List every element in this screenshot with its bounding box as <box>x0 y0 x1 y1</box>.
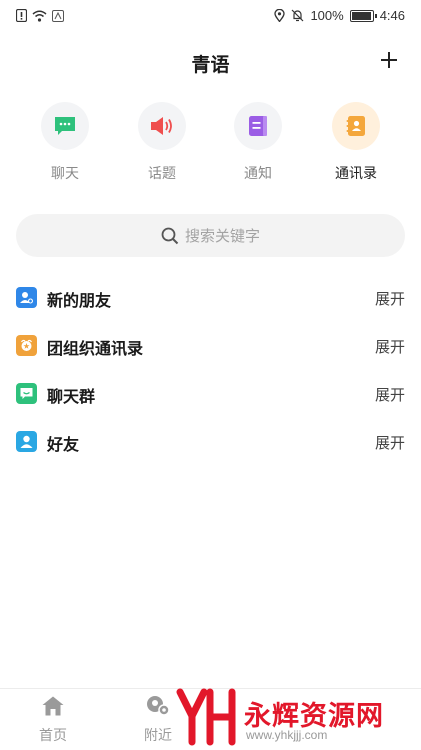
list-item-label: 新的朋友 <box>47 291 112 310</box>
notice-icon <box>249 116 267 136</box>
expand-button[interactable]: 展开 <box>375 384 405 405</box>
group-chat-icon <box>16 383 37 404</box>
list-item-label: 团组织通讯录 <box>47 339 144 358</box>
quick-action-chat-circle <box>41 102 89 150</box>
list-item-label: 好友 <box>47 435 80 454</box>
page-title: 青语 <box>191 54 230 76</box>
header: 青语 <box>0 40 421 84</box>
list-item-friends[interactable]: 好友 展开 <box>0 418 421 466</box>
organization-icon <box>16 335 37 356</box>
contact-group-list: 新的朋友 展开 团组织通讯录 展开 聊天群 展开 好友 展开 <box>0 274 421 466</box>
tab-home[interactable]: 首页 <box>8 695 98 745</box>
new-friend-icon <box>16 287 37 308</box>
status-bar: 100% 4:46 <box>0 0 421 34</box>
expand-button[interactable]: 展开 <box>375 336 405 357</box>
list-item-organization[interactable]: 团组织通讯录 展开 <box>0 322 421 370</box>
quick-action-topic[interactable]: 话题 <box>122 102 202 183</box>
list-item-new-friends[interactable]: 新的朋友 展开 <box>0 274 421 322</box>
list-item-group-chat[interactable]: 聊天群 展开 <box>0 370 421 418</box>
alert-icon <box>16 9 27 22</box>
quick-actions: 聊天 话题 通知 通讯录 <box>0 102 421 192</box>
wifi-icon <box>32 10 47 22</box>
expand-button[interactable]: 展开 <box>375 288 405 309</box>
speaker-icon <box>151 117 172 135</box>
search-placeholder: 搜索关键字 <box>184 227 260 245</box>
chat-bubble-icon <box>55 117 75 135</box>
contacts-book-icon <box>346 116 365 136</box>
location-icon <box>274 9 286 22</box>
nearby-icon <box>147 696 170 716</box>
sim-icon <box>52 9 64 22</box>
watermark-url: www.yhkjjj.com <box>246 728 328 742</box>
quick-action-notice-circle <box>234 102 282 150</box>
expand-button[interactable]: 展开 <box>375 432 405 453</box>
battery-percent: 100% <box>310 8 344 23</box>
quick-action-label: 聊天 <box>51 166 79 182</box>
tab-label: 首页 <box>39 728 67 744</box>
status-time: 4:46 <box>379 8 405 23</box>
search-icon <box>161 227 179 244</box>
battery-icon <box>349 9 377 22</box>
quick-action-label: 通知 <box>244 166 272 182</box>
list-item-label: 聊天群 <box>47 387 96 406</box>
watermark-logo: 永辉资源网 www.yhkjjj.com <box>176 688 421 748</box>
friend-icon <box>16 431 37 452</box>
quick-action-label: 话题 <box>148 166 176 182</box>
mute-bell-icon <box>292 9 304 22</box>
quick-action-notice[interactable]: 通知 <box>218 102 298 183</box>
status-left <box>16 9 64 22</box>
search-input[interactable]: 搜索关键字 <box>16 214 405 257</box>
battery-fill <box>351 11 371 20</box>
add-icon[interactable] <box>377 48 401 72</box>
status-right: 100% 4:46 <box>274 8 405 23</box>
quick-action-contacts-circle <box>332 102 380 150</box>
quick-action-chat[interactable]: 聊天 <box>25 102 105 183</box>
home-icon <box>42 696 64 716</box>
watermark-yh-logo <box>176 688 236 746</box>
quick-action-topic-circle <box>138 102 186 150</box>
quick-action-contacts[interactable]: 通讯录 <box>316 102 396 183</box>
quick-action-label: 通讯录 <box>335 166 377 182</box>
